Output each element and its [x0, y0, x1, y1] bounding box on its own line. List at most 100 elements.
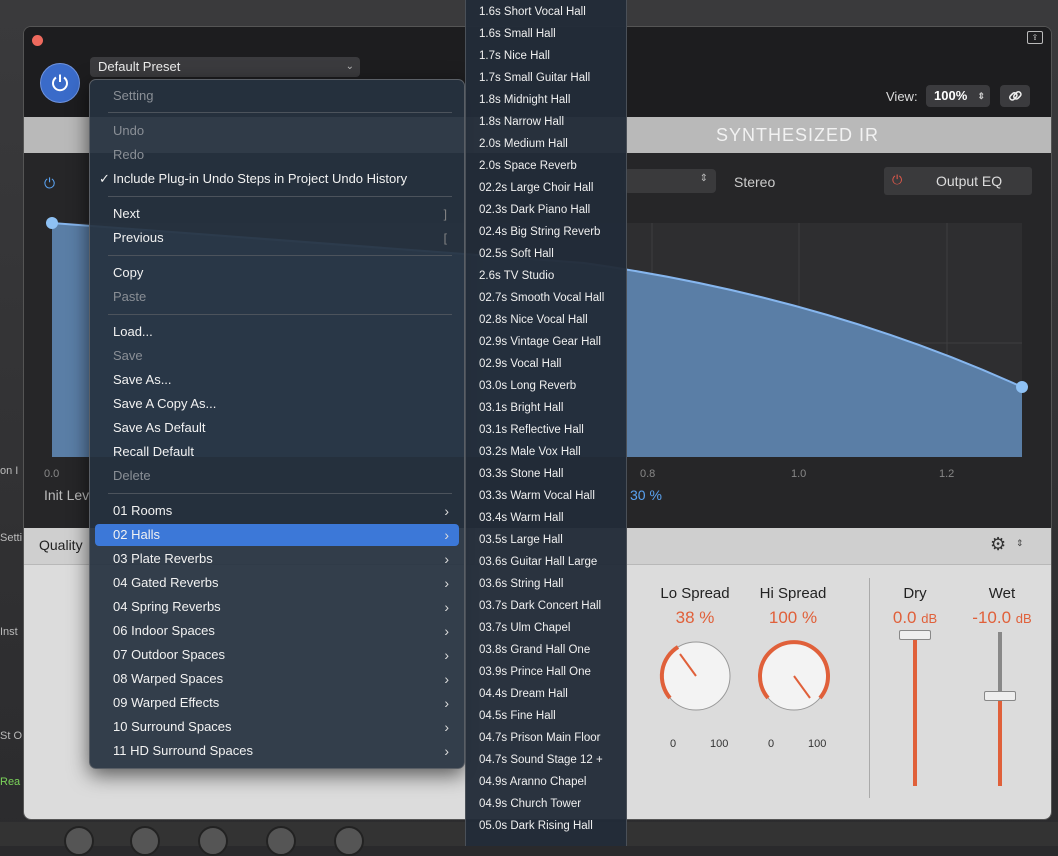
menu-previous-shortcut: [	[443, 231, 447, 245]
submenu-preset-item[interactable]: 02.3s Dark Piano Hall	[479, 204, 590, 216]
wet-slider-fill	[998, 694, 1002, 786]
x-tick-label: 1.0	[791, 468, 807, 480]
hi-spread-knob[interactable]	[754, 636, 834, 716]
submenu-preset-item[interactable]: 1.8s Narrow Hall	[479, 116, 564, 128]
submenu-preset-item[interactable]: 04.5s Fine Hall	[479, 710, 556, 722]
menu-category-label: 04 Spring Reverbs	[113, 599, 221, 614]
submenu-preset-item[interactable]: 03.5s Large Hall	[479, 534, 563, 546]
envelope-start-handle	[46, 217, 58, 229]
daw-knob[interactable]	[198, 826, 228, 856]
menu-separator	[108, 314, 452, 315]
halls-submenu: 1.6s Short Vocal Hall 1.6s Small Hall 1.7s…	[465, 0, 627, 846]
submenu-preset-item[interactable]: 02.8s Nice Vocal Hall	[479, 314, 588, 326]
menu-save-copy-as[interactable]: Save A Copy As...	[95, 393, 459, 415]
submenu-preset-item[interactable]: 02.4s Big String Reverb	[479, 226, 600, 238]
menu-category-outdoor-spaces[interactable]: 07 Outdoor Spaces ›	[95, 644, 459, 666]
submenu-preset-item[interactable]: 02.2s Large Choir Hall	[479, 182, 593, 194]
submenu-preset-item[interactable]: 03.7s Dark Concert Hall	[479, 600, 601, 612]
dry-slider-thumb[interactable]	[899, 630, 931, 640]
menu-category-spring-reverbs[interactable]: 04 Spring Reverbs ›	[95, 596, 459, 618]
menu-separator	[108, 255, 452, 256]
daw-knob[interactable]	[266, 826, 296, 856]
menu-separator	[108, 493, 452, 494]
menu-include-undo[interactable]: ✓ Include Plug-in Undo Steps in Project …	[95, 168, 459, 190]
submenu-preset-item[interactable]: 02.9s Vintage Gear Hall	[479, 336, 601, 348]
daw-knob[interactable]	[334, 826, 364, 856]
submenu-preset-item[interactable]: 03.3s Warm Vocal Hall	[479, 490, 595, 502]
submenu-preset-item[interactable]: 02.9s Vocal Hall	[479, 358, 561, 370]
lo-spread-knob[interactable]	[656, 636, 736, 716]
submenu-preset-item[interactable]: 1.7s Nice Hall	[479, 50, 550, 62]
menu-next-label: Next	[113, 206, 140, 221]
submenu-preset-item[interactable]: 1.7s Small Guitar Hall	[479, 72, 590, 84]
menu-redo: Redo	[113, 147, 145, 162]
menu-load[interactable]: Load...	[95, 321, 459, 343]
submenu-preset-item[interactable]: 04.4s Dream Hall	[479, 688, 568, 700]
submenu-preset-item[interactable]: 03.1s Reflective Hall	[479, 424, 584, 436]
x-tick-label: 1.2	[939, 468, 955, 480]
daw-side-label: Setti	[0, 532, 23, 544]
submenu-preset-item[interactable]: 03.0s Long Reverb	[479, 380, 576, 392]
menu-category-warped-effects[interactable]: 09 Warped Effects ›	[95, 692, 459, 714]
daw-side-label: Inst	[0, 626, 18, 638]
menu-category-surround-spaces[interactable]: 10 Surround Spaces ›	[95, 716, 459, 738]
submenu-preset-item[interactable]: 03.8s Grand Hall One	[479, 644, 590, 656]
daw-knob[interactable]	[130, 826, 160, 856]
menu-next-shortcut: ]	[443, 207, 447, 221]
daw-side-label: St O	[0, 730, 23, 742]
menu-category-warped-spaces[interactable]: 08 Warped Spaces ›	[95, 668, 459, 690]
submenu-preset-item[interactable]: 04.9s Church Tower	[479, 798, 581, 810]
submenu-preset-item[interactable]: 03.1s Bright Hall	[479, 402, 563, 414]
menu-previous[interactable]: Previous [	[95, 227, 459, 249]
envelope-end-handle	[1016, 381, 1028, 393]
menu-category-label: 08 Warped Spaces	[113, 671, 224, 686]
wet-slider-track	[998, 632, 1002, 694]
chevron-updown-icon: ⇕	[1016, 538, 1024, 548]
menu-category-halls[interactable]: 02 Halls ›	[95, 524, 459, 546]
menu-undo: Undo	[113, 123, 145, 138]
chevron-right-icon: ›	[444, 599, 449, 615]
submenu-preset-item[interactable]: 2.6s TV Studio	[479, 270, 554, 282]
submenu-preset-item[interactable]: 03.6s String Hall	[479, 578, 563, 590]
submenu-preset-item[interactable]: 03.4s Warm Hall	[479, 512, 564, 524]
wet-slider-thumb[interactable]	[984, 691, 1016, 701]
submenu-preset-item[interactable]: 03.2s Male Vox Hall	[479, 446, 581, 458]
submenu-preset-item[interactable]: 1.6s Short Vocal Hall	[479, 6, 586, 18]
gear-icon[interactable]: ⚙	[990, 534, 1006, 555]
submenu-preset-item[interactable]: 02.7s Smooth Vocal Hall	[479, 292, 604, 304]
preset-menu: Setting Undo Redo ✓ Include Plug-in Undo…	[89, 79, 465, 769]
submenu-preset-item[interactable]: 02.5s Soft Hall	[479, 248, 554, 260]
menu-category-hd-surround-spaces[interactable]: 11 HD Surround Spaces ›	[95, 740, 459, 762]
hi-spread-min: 0	[768, 738, 775, 750]
submenu-preset-item[interactable]: 2.0s Space Reverb	[479, 160, 577, 172]
chevron-right-icon: ›	[444, 743, 449, 759]
menu-category-indoor-spaces[interactable]: 06 Indoor Spaces ›	[95, 620, 459, 642]
menu-category-plate-reverbs[interactable]: 03 Plate Reverbs ›	[95, 548, 459, 570]
dry-title: Dry	[903, 585, 927, 602]
daw-knob[interactable]	[64, 826, 94, 856]
menu-save-as[interactable]: Save As...	[95, 369, 459, 391]
menu-previous-label: Previous	[113, 230, 164, 245]
submenu-preset-item[interactable]: 1.6s Small Hall	[479, 28, 556, 40]
menu-category-gated-reverbs[interactable]: 04 Gated Reverbs ›	[95, 572, 459, 594]
chevron-right-icon: ›	[444, 527, 449, 543]
dry-value: 0.0 dB	[892, 608, 938, 627]
submenu-preset-item[interactable]: 03.3s Stone Hall	[479, 468, 563, 480]
submenu-preset-item[interactable]: 2.0s Medium Hall	[479, 138, 568, 150]
menu-next[interactable]: Next ]	[95, 203, 459, 225]
menu-copy[interactable]: Copy	[95, 262, 459, 284]
x-tick-label: 0.0	[44, 468, 60, 480]
submenu-preset-item[interactable]: 04.7s Prison Main Floor	[479, 732, 600, 744]
menu-category-label: 07 Outdoor Spaces	[113, 647, 226, 662]
chevron-right-icon: ›	[444, 671, 449, 687]
submenu-preset-item[interactable]: 03.7s Ulm Chapel	[479, 622, 570, 634]
menu-recall-default[interactable]: Recall Default	[95, 441, 459, 463]
submenu-preset-item[interactable]: 03.6s Guitar Hall Large	[479, 556, 597, 568]
menu-save-as-default[interactable]: Save As Default	[95, 417, 459, 439]
submenu-preset-item[interactable]: 04.9s Aranno Chapel	[479, 776, 586, 788]
submenu-preset-item[interactable]: 1.8s Midnight Hall	[479, 94, 570, 106]
menu-category-rooms[interactable]: 01 Rooms ›	[95, 500, 459, 522]
submenu-preset-item[interactable]: 03.9s Prince Hall One	[479, 666, 591, 678]
submenu-preset-item[interactable]: 04.7s Sound Stage 12 +	[479, 754, 603, 766]
submenu-preset-item[interactable]: 05.0s Dark Rising Hall	[479, 820, 593, 832]
